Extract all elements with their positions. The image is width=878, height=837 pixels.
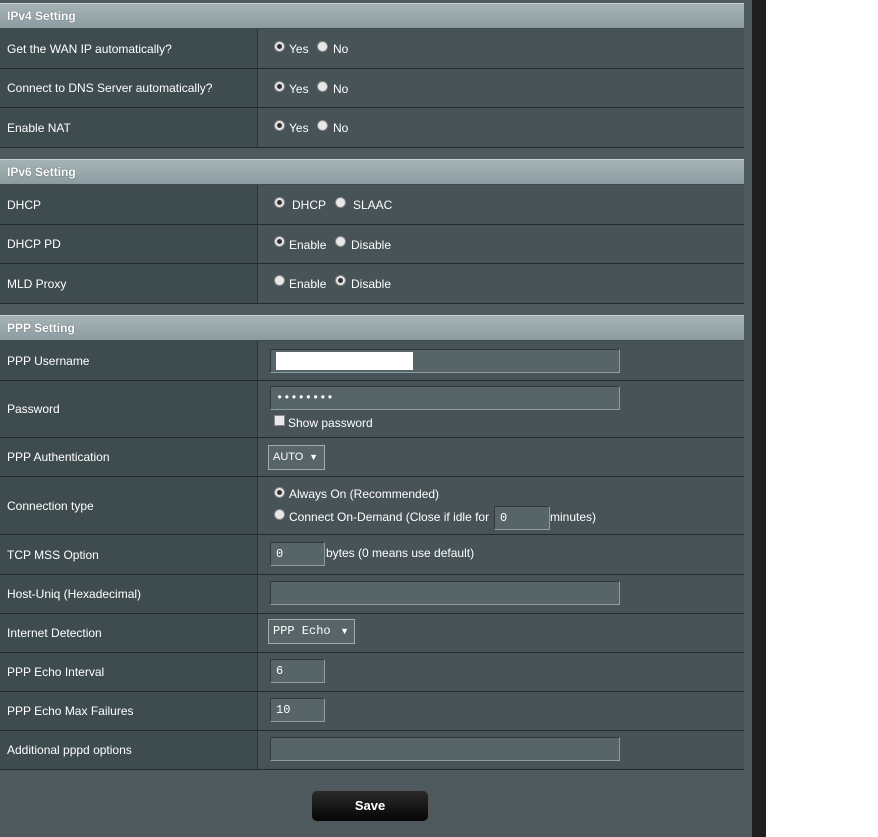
row-pppd-options: Additional pppd options <box>0 731 744 770</box>
wan-ip-auto-no-label: No <box>333 42 349 56</box>
always-on-radio[interactable] <box>274 487 285 498</box>
mld-proxy-disable-radio[interactable] <box>335 275 346 286</box>
wan-ip-auto-yes-label: Yes <box>289 42 309 56</box>
mld-proxy-enable-radio[interactable] <box>274 275 285 286</box>
pppd-options-label: Additional pppd options <box>0 731 257 769</box>
dhcp-pd-disable-radio[interactable] <box>335 236 346 247</box>
row-nat: Enable NAT Yes No <box>0 108 744 148</box>
ipv6-section-header: IPv6 Setting <box>0 159 744 185</box>
password-input[interactable]: •••••••• <box>270 386 620 410</box>
pppd-options-input[interactable] <box>270 737 620 761</box>
on-demand-label: Connect On-Demand (Close if idle for <box>289 510 490 524</box>
show-password-checkbox[interactable] <box>274 415 285 426</box>
internet-detection-value: PPP Echo <box>273 624 331 638</box>
settings-panel: IPv4 Setting Get the WAN IP automaticall… <box>0 0 752 837</box>
dns-auto-no-label: No <box>333 82 349 96</box>
dhcp-pd-enable-radio[interactable] <box>274 236 285 247</box>
row-password: Password •••••••• Show password <box>0 381 744 438</box>
redacted-username-block <box>276 352 413 370</box>
ppp-auth-label: PPP Authentication <box>0 438 257 476</box>
row-dhcp-pd: DHCP PD Enable Disable <box>0 225 744 264</box>
row-echo-max-failures: PPP Echo Max Failures 10 <box>0 692 744 731</box>
nat-label: Enable NAT <box>0 108 257 147</box>
row-ppp-auth: PPP Authentication AUTO ▼ <box>0 438 744 477</box>
show-password-label: Show password <box>288 416 373 430</box>
on-demand-radio[interactable] <box>274 509 285 520</box>
password-label: Password <box>0 381 257 437</box>
mld-proxy-disable-label: Disable <box>351 277 392 291</box>
dhcp-dhcp-radio[interactable] <box>274 197 285 208</box>
save-button[interactable]: Save <box>311 790 429 822</box>
row-host-uniq: Host-Uniq (Hexadecimal) <box>0 575 744 614</box>
row-dhcp: DHCP DHCP SLAAC <box>0 185 744 225</box>
dhcp-slaac-label: SLAAC <box>353 198 393 212</box>
connection-type-label: Connection type <box>0 477 257 534</box>
mld-proxy-enable-label: Enable <box>289 277 327 291</box>
chevron-down-icon: ▼ <box>340 626 349 636</box>
dhcp-pd-disable-label: Disable <box>351 238 392 252</box>
ppp-username-input[interactable] <box>270 349 620 373</box>
dhcp-slaac-radio[interactable] <box>335 197 346 208</box>
nat-yes-label: Yes <box>289 121 309 135</box>
dhcp-label: DHCP <box>0 185 257 224</box>
ppp-auth-select[interactable]: AUTO ▼ <box>268 445 325 470</box>
row-dns-auto: Connect to DNS Server automatically? Yes… <box>0 69 744 108</box>
dhcp-pd-enable-label: Enable <box>289 238 327 252</box>
ppp-section-header: PPP Setting <box>0 315 744 341</box>
tcp-mss-label: TCP MSS Option <box>0 535 257 574</box>
internet-detection-select[interactable]: PPP Echo ▼ <box>268 619 355 644</box>
idle-minutes-input[interactable]: 0 <box>494 506 550 530</box>
mld-proxy-label: MLD Proxy <box>0 264 257 303</box>
row-wan-ip-auto: Get the WAN IP automatically? Yes No <box>0 29 744 69</box>
nat-no-radio[interactable] <box>317 120 328 131</box>
echo-max-failures-input[interactable]: 10 <box>270 698 325 722</box>
idle-minutes-suffix: minutes) <box>550 510 597 524</box>
tcp-mss-input[interactable]: 0 <box>270 542 325 566</box>
internet-detection-label: Internet Detection <box>0 614 257 652</box>
echo-interval-input[interactable]: 6 <box>270 659 325 683</box>
echo-interval-label: PPP Echo Interval <box>0 653 257 691</box>
wan-ip-auto-no-radio[interactable] <box>317 41 328 52</box>
chevron-down-icon: ▼ <box>309 452 318 462</box>
row-connection-type: Connection type Always On (Recommended) … <box>0 477 744 535</box>
wan-ip-auto-yes-radio[interactable] <box>274 41 285 52</box>
ipv4-section-header: IPv4 Setting <box>0 3 744 29</box>
echo-max-failures-label: PPP Echo Max Failures <box>0 692 257 730</box>
dhcp-dhcp-label: DHCP <box>292 198 327 212</box>
ppp-username-label: PPP Username <box>0 341 257 380</box>
host-uniq-input[interactable] <box>270 581 620 605</box>
dns-auto-yes-label: Yes <box>289 82 309 96</box>
window-edge <box>752 0 766 837</box>
row-echo-interval: PPP Echo Interval 6 <box>0 653 744 692</box>
dns-auto-label: Connect to DNS Server automatically? <box>0 69 257 107</box>
tcp-mss-suffix: bytes (0 means use default) <box>326 546 475 560</box>
ppp-auth-value: AUTO <box>273 451 304 463</box>
always-on-label: Always On (Recommended) <box>289 487 440 501</box>
host-uniq-label: Host-Uniq (Hexadecimal) <box>0 575 257 613</box>
wan-ip-auto-label: Get the WAN IP automatically? <box>0 29 257 68</box>
dns-auto-no-radio[interactable] <box>317 81 328 92</box>
row-ppp-username: PPP Username <box>0 341 744 381</box>
dns-auto-yes-radio[interactable] <box>274 81 285 92</box>
row-tcp-mss: TCP MSS Option 0 bytes (0 means use defa… <box>0 535 744 575</box>
row-mld-proxy: MLD Proxy Enable Disable <box>0 264 744 304</box>
nat-yes-radio[interactable] <box>274 120 285 131</box>
nat-no-label: No <box>333 121 349 135</box>
row-internet-detection: Internet Detection PPP Echo ▼ <box>0 614 744 653</box>
dhcp-pd-label: DHCP PD <box>0 225 257 263</box>
